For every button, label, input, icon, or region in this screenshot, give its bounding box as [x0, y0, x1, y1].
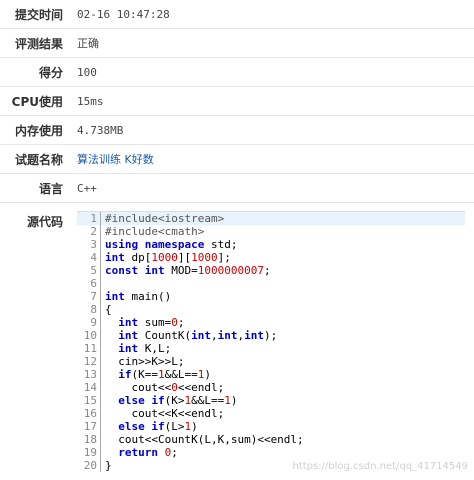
line-number: 8	[77, 303, 101, 316]
line-number: 18	[77, 433, 101, 446]
code-line: 9 int sum=0;	[77, 316, 465, 329]
code-line: 14 cout<<0<<endl;	[77, 381, 465, 394]
score-label: 得分	[38, 65, 63, 80]
line-number: 11	[77, 342, 101, 355]
row-language: 语言 C++	[0, 174, 474, 203]
line-number: 9	[77, 316, 101, 329]
row-score: 得分 100	[0, 58, 474, 87]
code-text: #include<iostream>	[105, 212, 225, 225]
cpu-label: CPU使用	[11, 94, 63, 109]
code-line: 17 else if(L>1)	[77, 420, 465, 433]
line-number: 20	[77, 459, 101, 472]
code-text: int dp[1000][1000];	[105, 251, 231, 264]
code-text: int main()	[105, 290, 172, 303]
watermark: https://blog.csdn.net/qq_41714549	[292, 461, 468, 472]
submission-details: 提交时间 02-16 10:47:28 评测结果 正确 得分 100 CPU使用…	[0, 0, 474, 480]
line-number: 12	[77, 355, 101, 368]
code-text: cin>>K>>L;	[105, 355, 185, 368]
code-text: int CountK(int,int,int);	[118, 329, 278, 342]
code-line: 16 cout<<K<<endl;	[77, 407, 465, 420]
row-memory: 内存使用 4.738MB	[0, 116, 474, 145]
code-line: 10 int CountK(int,int,int);	[77, 329, 465, 342]
result-label: 评测结果	[14, 36, 63, 51]
code-text: const int MOD=1000000007;	[105, 264, 271, 277]
language-value: C++	[77, 181, 97, 195]
code-line: 8{	[77, 303, 465, 316]
problem-link[interactable]: 算法训练 K好数	[77, 151, 154, 167]
code-line: 19 return 0;	[77, 446, 465, 459]
line-number: 15	[77, 394, 101, 407]
line-number: 1	[77, 212, 101, 225]
submit-time-label: 提交时间	[14, 7, 63, 22]
result-value: 正确	[77, 37, 99, 50]
code-text: int sum=0;	[118, 316, 185, 329]
code-line: 12 cin>>K>>L;	[77, 355, 465, 368]
code-text: cout<<0<<endl;	[105, 381, 225, 394]
line-number: 2	[77, 225, 101, 238]
line-number: 14	[77, 381, 101, 394]
line-number: 6	[77, 277, 101, 290]
code-text: cout<<CountK(L,K,sum)<<endl;	[105, 433, 304, 446]
code-line: 5 const int MOD=1000000007;	[77, 264, 465, 277]
code-text: cout<<K<<endl;	[105, 407, 225, 420]
code-line: 7 int main()	[77, 290, 465, 303]
code-text: }	[105, 459, 112, 472]
code-line: 13 if(K==1&&L==1)	[77, 368, 465, 381]
row-result: 评测结果 正确	[0, 29, 474, 58]
code-text: {	[105, 303, 112, 316]
row-cpu: CPU使用 15ms	[0, 87, 474, 116]
code-text: #include<cmath>	[105, 225, 205, 238]
code-text: else if(K>1&&L==1)	[118, 394, 238, 407]
line-number: 19	[77, 446, 101, 459]
code-line: 3 using namespace std;	[77, 238, 465, 251]
source-code-block[interactable]: 1 #include<iostream> 2 #include<cmath> 3 usin…	[77, 211, 465, 480]
code-line: 15 else if(K>1&&L==1)	[77, 394, 465, 407]
line-number: 5	[77, 264, 101, 277]
code-line: 2 #include<cmath>	[77, 225, 465, 238]
line-number: 4	[77, 251, 101, 264]
memory-value: 4.738MB	[77, 123, 124, 137]
problem-label: 试题名称	[14, 152, 63, 167]
row-submit-time: 提交时间 02-16 10:47:28	[0, 0, 474, 29]
code-line: 18 cout<<CountK(L,K,sum)<<endl;	[77, 433, 465, 446]
memory-label: 内存使用	[14, 123, 63, 138]
code-line: 1 #include<iostream>	[77, 212, 465, 225]
line-number: 10	[77, 329, 101, 342]
line-number: 7	[77, 290, 101, 303]
code-text: using namespace std;	[105, 238, 238, 251]
source-code-label: 源代码	[26, 215, 63, 229]
code-line: 4 int dp[1000][1000];	[77, 251, 465, 264]
submit-time-value: 02-16 10:47:28	[77, 7, 170, 21]
score-value: 100	[77, 65, 97, 79]
line-number: 3	[77, 238, 101, 251]
row-source-code: 源代码 1 #include<iostream> 2 #include<cmath> 3…	[0, 203, 474, 480]
code-text: return 0;	[118, 446, 178, 459]
code-line: 11 int K,L;	[77, 342, 465, 355]
row-problem: 试题名称 算法训练 K好数	[0, 145, 474, 174]
code-text: if(K==1&&L==1)	[118, 368, 211, 381]
language-label: 语言	[38, 181, 63, 196]
line-number: 13	[77, 368, 101, 381]
code-text: else if(L>1)	[118, 420, 198, 433]
code-line: 6	[77, 277, 465, 290]
line-number: 16	[77, 407, 101, 420]
line-number: 17	[77, 420, 101, 433]
cpu-value: 15ms	[77, 94, 104, 108]
code-text: int K,L;	[118, 342, 172, 355]
